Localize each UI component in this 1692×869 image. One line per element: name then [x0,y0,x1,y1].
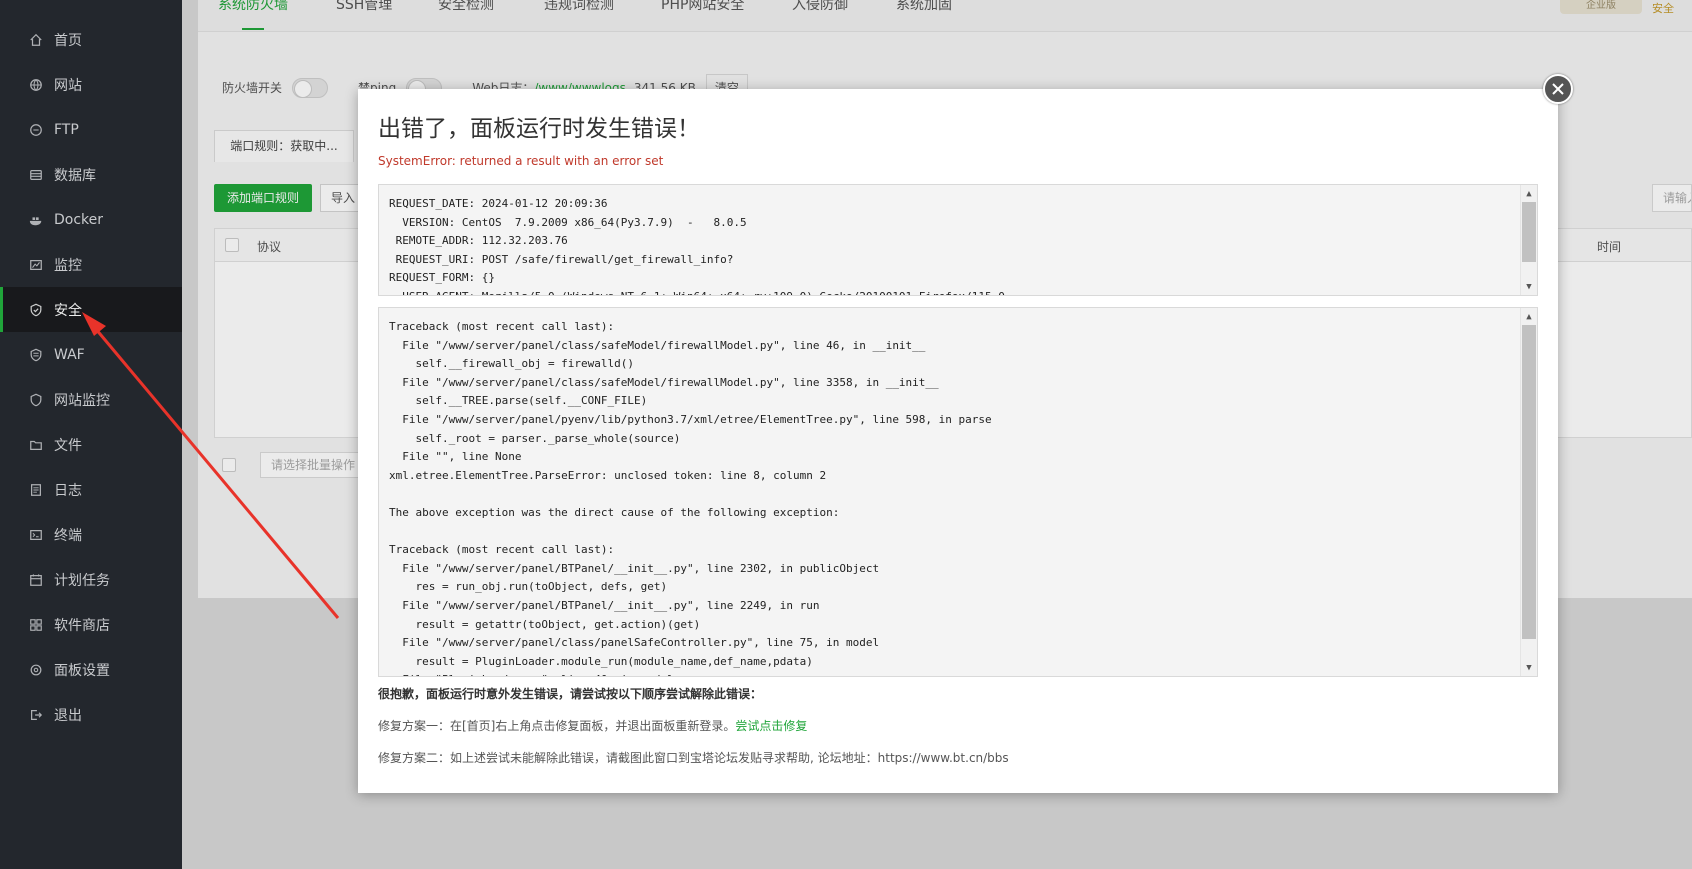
sidebar-item-label: 软件商店 [54,617,110,634]
store-icon [28,617,44,633]
close-icon [1552,83,1564,95]
sidebar-item-label: 计划任务 [54,572,110,589]
sidebar-item-monitor[interactable]: 监控 [0,242,182,287]
sidebar-item-label: 数据库 [54,167,96,184]
sidebar-item-label: 网站 [54,77,82,94]
site-monitor-icon [28,392,44,408]
sidebar-menu: 首页 网站 FTP 数据库 Docker 监控 安全 WAF 网站监控 文件 日… [0,0,182,737]
fix-option-1-text: 修复方案一：在[首页]右上角点击修复面板，并退出面板重新登录。 [378,719,736,733]
sidebar-item-label: FTP [54,121,79,138]
logout-icon [28,707,44,723]
sidebar-item-docker[interactable]: Docker [0,197,182,242]
sidebar-item-label: 监控 [54,257,82,274]
traceback-box[interactable]: Traceback (most recent call last): File … [378,307,1538,677]
sidebar-item-label: 日志 [54,482,82,499]
sidebar-item-label: Docker [54,211,104,228]
request-info-scrollbar[interactable]: ▲ ▼ [1520,185,1537,295]
globe-icon [28,77,44,93]
sidebar-item-cron[interactable]: 计划任务 [0,557,182,602]
folder-icon [28,437,44,453]
scroll-down-icon[interactable]: ▼ [1521,278,1537,295]
sidebar-item-database[interactable]: 数据库 [0,152,182,197]
sidebar-item-label: WAF [54,346,85,363]
monitor-icon [28,257,44,273]
sidebar: 首页 网站 FTP 数据库 Docker 监控 安全 WAF 网站监控 文件 日… [0,0,182,869]
sidebar-item-store[interactable]: 软件商店 [0,602,182,647]
sidebar-item-logout[interactable]: 退出 [0,692,182,737]
sidebar-item-website[interactable]: 网站 [0,62,182,107]
sidebar-item-label: 网站监控 [54,392,110,409]
request-info-box[interactable]: REQUEST_DATE: 2024-01-12 20:09:36 VERSIO… [378,184,1538,296]
sidebar-item-site-monitor[interactable]: 网站监控 [0,377,182,422]
dialog-title: 出错了，面板运行时发生错误！ [378,116,700,142]
sidebar-item-home[interactable]: 首页 [0,17,182,62]
scrollbar-thumb[interactable] [1522,202,1536,262]
request-info-text: REQUEST_DATE: 2024-01-12 20:09:36 VERSIO… [389,197,1005,295]
try-repair-link[interactable]: 尝试点击修复 [735,719,807,733]
traceback-scrollbar[interactable]: ▲ ▼ [1520,308,1537,676]
traceback-text: Traceback (most recent call last): File … [389,320,992,676]
error-tip: 很抱歉，面板运行时意外发生错误，请尝试按以下顺序尝试解除此错误： [378,687,763,701]
sidebar-item-label: 退出 [54,707,82,724]
scroll-up-icon[interactable]: ▲ [1521,308,1537,325]
settings-icon [28,662,44,678]
terminal-icon [28,527,44,543]
scrollbar-thumb[interactable] [1522,325,1536,639]
sidebar-item-security[interactable]: 安全 [0,287,182,332]
error-message: SystemError: returned a result with an e… [378,154,664,168]
sidebar-item-label: 终端 [54,527,82,544]
sidebar-item-label: 文件 [54,437,82,454]
shield-icon [28,302,44,318]
scroll-down-icon[interactable]: ▼ [1521,659,1537,676]
waf-shield-icon [28,347,44,363]
fix-option-1: 修复方案一：在[首页]右上角点击修复面板，并退出面板重新登录。尝试点击修复 [378,717,807,734]
ftp-icon [28,122,44,138]
sidebar-item-label: 安全 [54,302,82,319]
close-dialog-button[interactable] [1543,74,1573,104]
fix-option-2: 修复方案二：如上述尝试未能解除此错误，请截图此窗口到宝塔论坛发贴寻求帮助, 论坛… [378,751,1009,765]
sidebar-item-label: 面板设置 [54,662,110,679]
sidebar-item-logs[interactable]: 日志 [0,467,182,512]
sidebar-item-waf[interactable]: WAF [0,332,182,377]
home-icon [28,32,44,48]
sidebar-item-settings[interactable]: 面板设置 [0,647,182,692]
sidebar-item-ftp[interactable]: FTP [0,107,182,152]
database-icon [28,167,44,183]
scroll-up-icon[interactable]: ▲ [1521,185,1537,202]
docker-icon [28,212,44,228]
sidebar-item-terminal[interactable]: 终端 [0,512,182,557]
error-dialog: 出错了，面板运行时发生错误！ SystemError: returned a r… [358,89,1558,793]
sidebar-item-label: 首页 [54,32,82,49]
log-icon [28,482,44,498]
sidebar-item-files[interactable]: 文件 [0,422,182,467]
calendar-icon [28,572,44,588]
